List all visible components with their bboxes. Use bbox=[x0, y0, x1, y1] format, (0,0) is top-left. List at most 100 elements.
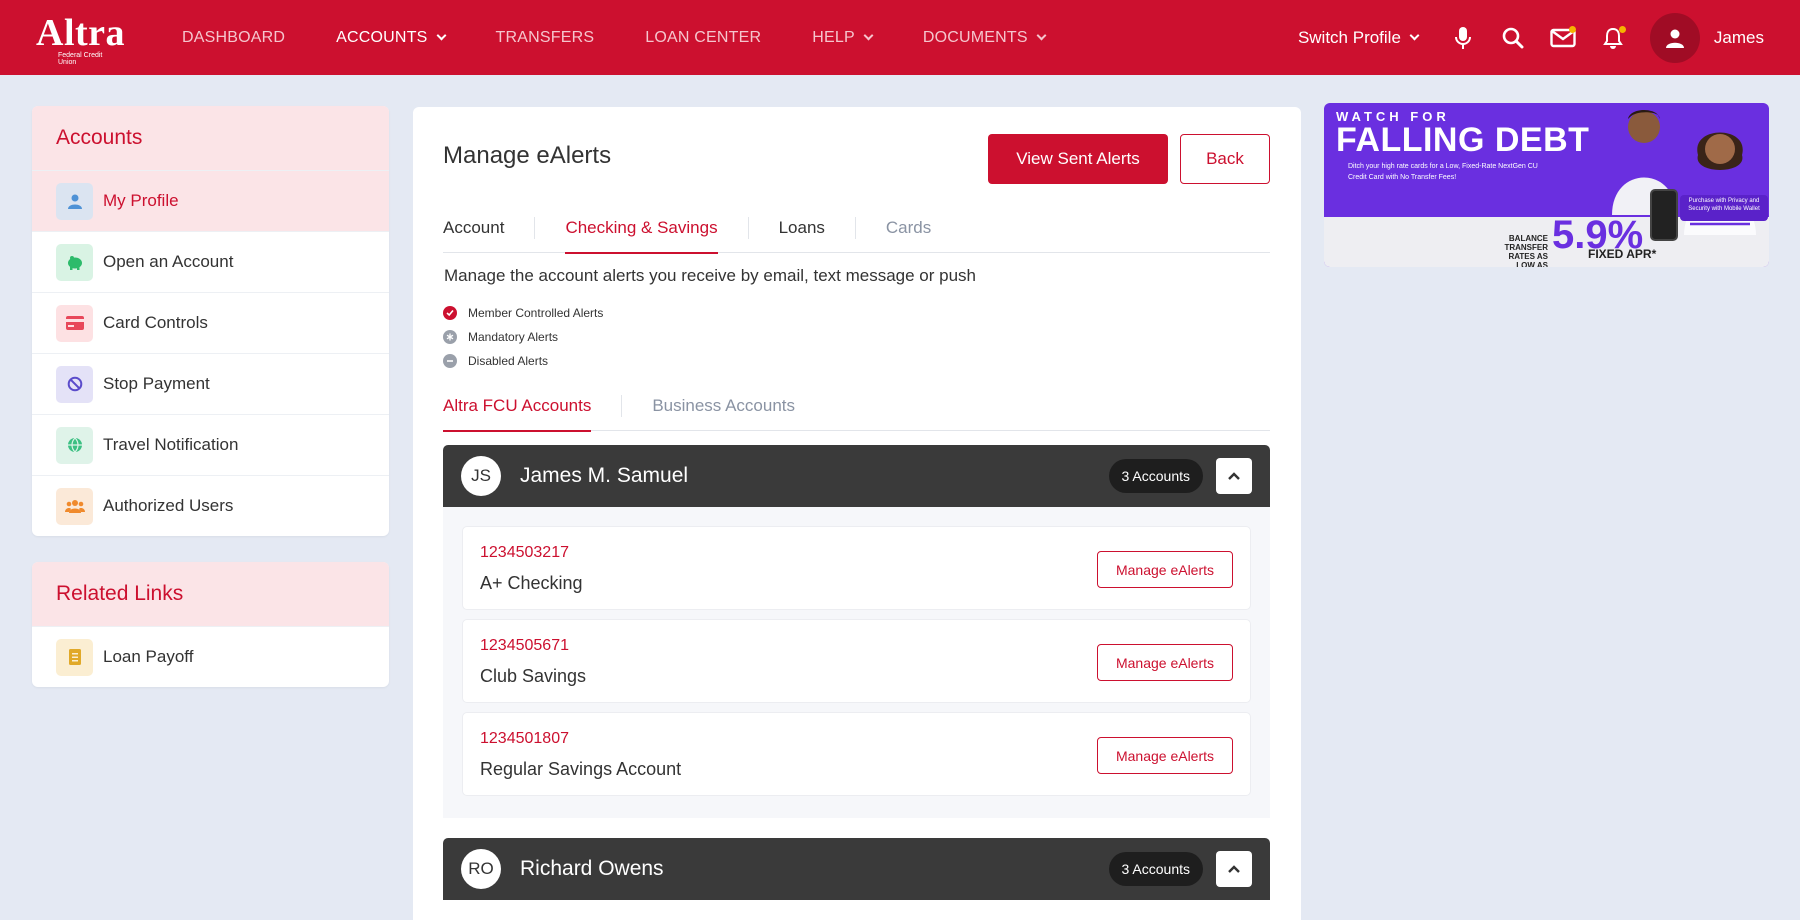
promo-phone-image bbox=[1650, 189, 1678, 241]
sidebar-item-my-profile[interactable]: My Profile bbox=[32, 170, 389, 231]
nav-help[interactable]: HELP bbox=[812, 28, 874, 47]
nav-loan-center-label: LOAN CENTER bbox=[645, 28, 762, 46]
back-button[interactable]: Back bbox=[1180, 134, 1270, 184]
avatar[interactable] bbox=[1649, 12, 1700, 63]
accounts-menu-title: Accounts bbox=[32, 106, 389, 170]
microphone-icon[interactable] bbox=[1450, 25, 1476, 51]
account-row: 1234501807 Regular Savings Account Manag… bbox=[462, 712, 1251, 796]
tab-divider bbox=[621, 394, 623, 417]
related-links-title: Related Links bbox=[32, 562, 389, 626]
manage-ealerts-button[interactable]: Manage eAlerts bbox=[1097, 737, 1233, 774]
asterisk-circle-icon bbox=[443, 330, 457, 344]
account-name: Club Savings bbox=[480, 666, 587, 686]
chevron-down-icon bbox=[1036, 30, 1047, 41]
user-name[interactable]: James bbox=[1714, 28, 1764, 48]
bell-icon[interactable] bbox=[1600, 25, 1626, 51]
account-type-tabs: Altra FCU Accounts Business Accounts bbox=[443, 381, 1270, 432]
tab-business-accounts[interactable]: Business Accounts bbox=[652, 381, 795, 431]
page-title: Manage eAlerts bbox=[443, 142, 612, 169]
sidebar-item-stop-payment[interactable]: Stop Payment bbox=[32, 353, 389, 414]
account-name: Regular Savings Account bbox=[480, 759, 682, 779]
top-navbar: Altra Federal Credit Union DASHBOARD ACC… bbox=[0, 0, 1800, 75]
switch-profile-dropdown[interactable]: Switch Profile bbox=[1297, 27, 1420, 48]
collapse-button[interactable] bbox=[1216, 458, 1252, 494]
member-name: James M. Samuel bbox=[520, 464, 689, 487]
chevron-up-icon bbox=[1228, 865, 1240, 873]
tab-altra-fcu-accounts[interactable]: Altra FCU Accounts bbox=[443, 381, 592, 432]
promo-banner[interactable]: WATCH FOR FALLING DEBT Ditch your high r… bbox=[1324, 103, 1769, 267]
account-number: 1234505671 bbox=[480, 637, 569, 654]
manage-ealerts-button[interactable]: Manage eAlerts bbox=[1097, 551, 1233, 588]
account-group-header: JS James M. Samuel 3 Accounts bbox=[443, 445, 1270, 507]
view-sent-alerts-button[interactable]: View Sent Alerts bbox=[988, 134, 1168, 184]
tab-divider bbox=[854, 216, 856, 239]
tab-divider bbox=[534, 216, 536, 239]
sidebar-item-label: My Profile bbox=[103, 191, 179, 210]
user-icon bbox=[56, 182, 93, 220]
sidebar-item-label: Travel Notification bbox=[103, 435, 239, 454]
main-nav: DASHBOARD ACCOUNTS TRANSFERS LOAN CENTER… bbox=[182, 0, 1096, 75]
nav-accounts[interactable]: ACCOUNTS bbox=[336, 28, 446, 47]
minus-circle-icon bbox=[443, 354, 457, 368]
tab-checking-savings[interactable]: Checking & Savings bbox=[565, 203, 718, 254]
legend-member-controlled: Member Controlled Alerts bbox=[443, 301, 603, 325]
logo-wordmark: Altra bbox=[36, 12, 126, 54]
legend-label: Mandatory Alerts bbox=[468, 330, 559, 344]
promo-rate-label: BALANCE TRANSFER RATES AS LOW AS bbox=[1504, 234, 1548, 267]
sidebar-item-label: Open an Account bbox=[103, 252, 234, 271]
tab-divider bbox=[747, 216, 749, 239]
altra-logo[interactable]: Altra Federal Credit Union bbox=[36, 12, 126, 66]
sidebar-item-card-controls[interactable]: Card Controls bbox=[32, 292, 389, 353]
chevron-down-icon bbox=[863, 30, 874, 41]
switch-profile-label: Switch Profile bbox=[1297, 27, 1401, 47]
tab-account[interactable]: Account bbox=[443, 203, 504, 253]
account-group-header: RO Richard Owens 3 Accounts bbox=[443, 838, 1270, 900]
account-row: 1234505671 Club Savings Manage eAlerts bbox=[462, 619, 1251, 703]
member-initials-avatar: JS bbox=[461, 456, 501, 496]
nav-dashboard[interactable]: DASHBOARD bbox=[182, 29, 285, 47]
logo-subtitle: Federal Credit Union bbox=[58, 52, 103, 66]
related-links-card: Related Links Loan Payoff bbox=[32, 562, 389, 687]
manage-ealerts-button[interactable]: Manage eAlerts bbox=[1097, 644, 1233, 681]
header-actions: Switch Profile James bbox=[1298, 0, 1764, 75]
bell-notification-dot bbox=[1618, 25, 1626, 33]
chevron-down-icon bbox=[1409, 30, 1420, 41]
account-number: 1234501807 bbox=[480, 730, 569, 747]
nav-documents-label: DOCUMENTS bbox=[922, 28, 1028, 46]
nav-accounts-label: ACCOUNTS bbox=[336, 28, 428, 46]
nav-transfers[interactable]: TRANSFERS bbox=[496, 29, 595, 47]
mail-icon[interactable] bbox=[1550, 25, 1576, 51]
piggy-bank-icon bbox=[56, 243, 93, 281]
nav-loan-center[interactable]: LOAN CENTER bbox=[645, 29, 761, 47]
sidebar-item-label: Loan Payoff bbox=[103, 647, 194, 666]
nav-documents[interactable]: DOCUMENTS bbox=[922, 28, 1047, 47]
alerts-description: Manage the account alerts you receive by… bbox=[444, 266, 977, 285]
ban-icon bbox=[56, 365, 93, 403]
collapse-button[interactable] bbox=[1216, 851, 1252, 887]
account-number: 1234503217 bbox=[480, 544, 569, 561]
mail-notification-dot bbox=[1568, 25, 1576, 33]
sidebar-item-loan-payoff[interactable]: Loan Payoff bbox=[32, 626, 389, 687]
sidebar-item-travel-notification[interactable]: Travel Notification bbox=[32, 414, 389, 475]
account-row: 1234503217 A+ Checking Manage eAlerts bbox=[462, 526, 1251, 610]
legend-label: Disabled Alerts bbox=[468, 354, 549, 368]
alert-category-tabs: Account Checking & Savings Loans Cards bbox=[443, 203, 1270, 254]
nav-transfers-label: TRANSFERS bbox=[495, 28, 595, 46]
tab-cards[interactable]: Cards bbox=[886, 203, 931, 253]
promo-fixed-apr: FIXED APR* bbox=[1588, 247, 1657, 261]
legend-label: Member Controlled Alerts bbox=[468, 306, 604, 320]
accounts-count-badge: 3 Accounts bbox=[1108, 459, 1203, 493]
tab-loans[interactable]: Loans bbox=[779, 203, 825, 253]
search-icon[interactable] bbox=[1500, 25, 1526, 51]
user-icon bbox=[1665, 29, 1684, 48]
member-initials-avatar: RO bbox=[461, 849, 501, 889]
globe-icon bbox=[56, 426, 93, 464]
nav-help-label: HELP bbox=[812, 28, 855, 46]
accounts-menu-card: Accounts My Profile Open an Account Card… bbox=[32, 106, 389, 536]
sidebar-item-open-account[interactable]: Open an Account bbox=[32, 231, 389, 292]
sidebar-item-label: Card Controls bbox=[103, 313, 208, 332]
check-circle-icon bbox=[443, 306, 457, 320]
promo-headline: FALLING DEBT bbox=[1336, 121, 1590, 159]
sidebar-item-label: Authorized Users bbox=[103, 496, 234, 515]
sidebar-item-authorized-users[interactable]: Authorized Users bbox=[32, 475, 389, 536]
